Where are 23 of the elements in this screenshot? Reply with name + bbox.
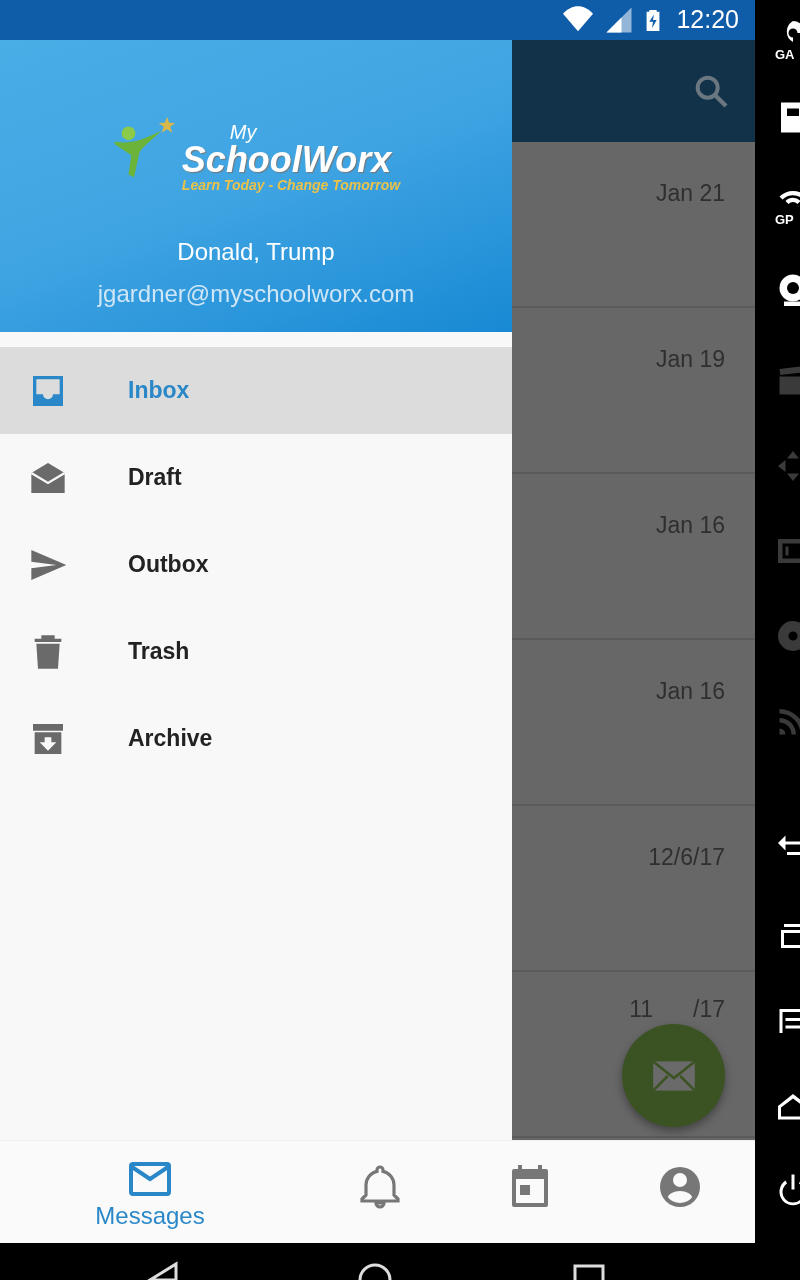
drawer-menu-item[interactable]: Archive <box>0 695 512 782</box>
message-date: Jan 16 <box>655 677 725 706</box>
message-date: /17 <box>693 995 725 1024</box>
logo-text: SchoolWorx <box>181 142 393 178</box>
message-date: 12/6/17 <box>648 843 725 872</box>
message-date: Jan 19 <box>655 345 725 374</box>
logo-tagline: Learn Today - Change Tomorrow <box>181 178 401 192</box>
logo-text: My <box>228 122 259 142</box>
recents-icon[interactable] <box>573 1264 605 1280</box>
home-icon[interactable] <box>358 1263 392 1280</box>
drawer-menu-item[interactable]: Draft <box>0 434 512 521</box>
drawer-menu-item[interactable]: Outbox <box>0 521 512 608</box>
user-email: jgardner@myschoolworx.com <box>97 279 415 309</box>
toolbar-label: GA <box>775 48 795 61</box>
time-text: 12:20 <box>676 4 739 36</box>
signal-icon <box>604 5 635 35</box>
message-date: 11 <box>629 995 653 1024</box>
message-date: Jan 16 <box>655 511 725 540</box>
user-name: Donald, Trump <box>177 237 335 267</box>
drawer-menu-item[interactable]: Trash <box>0 608 512 695</box>
message-date: Jan 21 <box>655 179 725 208</box>
bottom-nav-tab[interactable]: Messages <box>88 1155 212 1230</box>
toolbar-label: GP <box>775 213 794 226</box>
